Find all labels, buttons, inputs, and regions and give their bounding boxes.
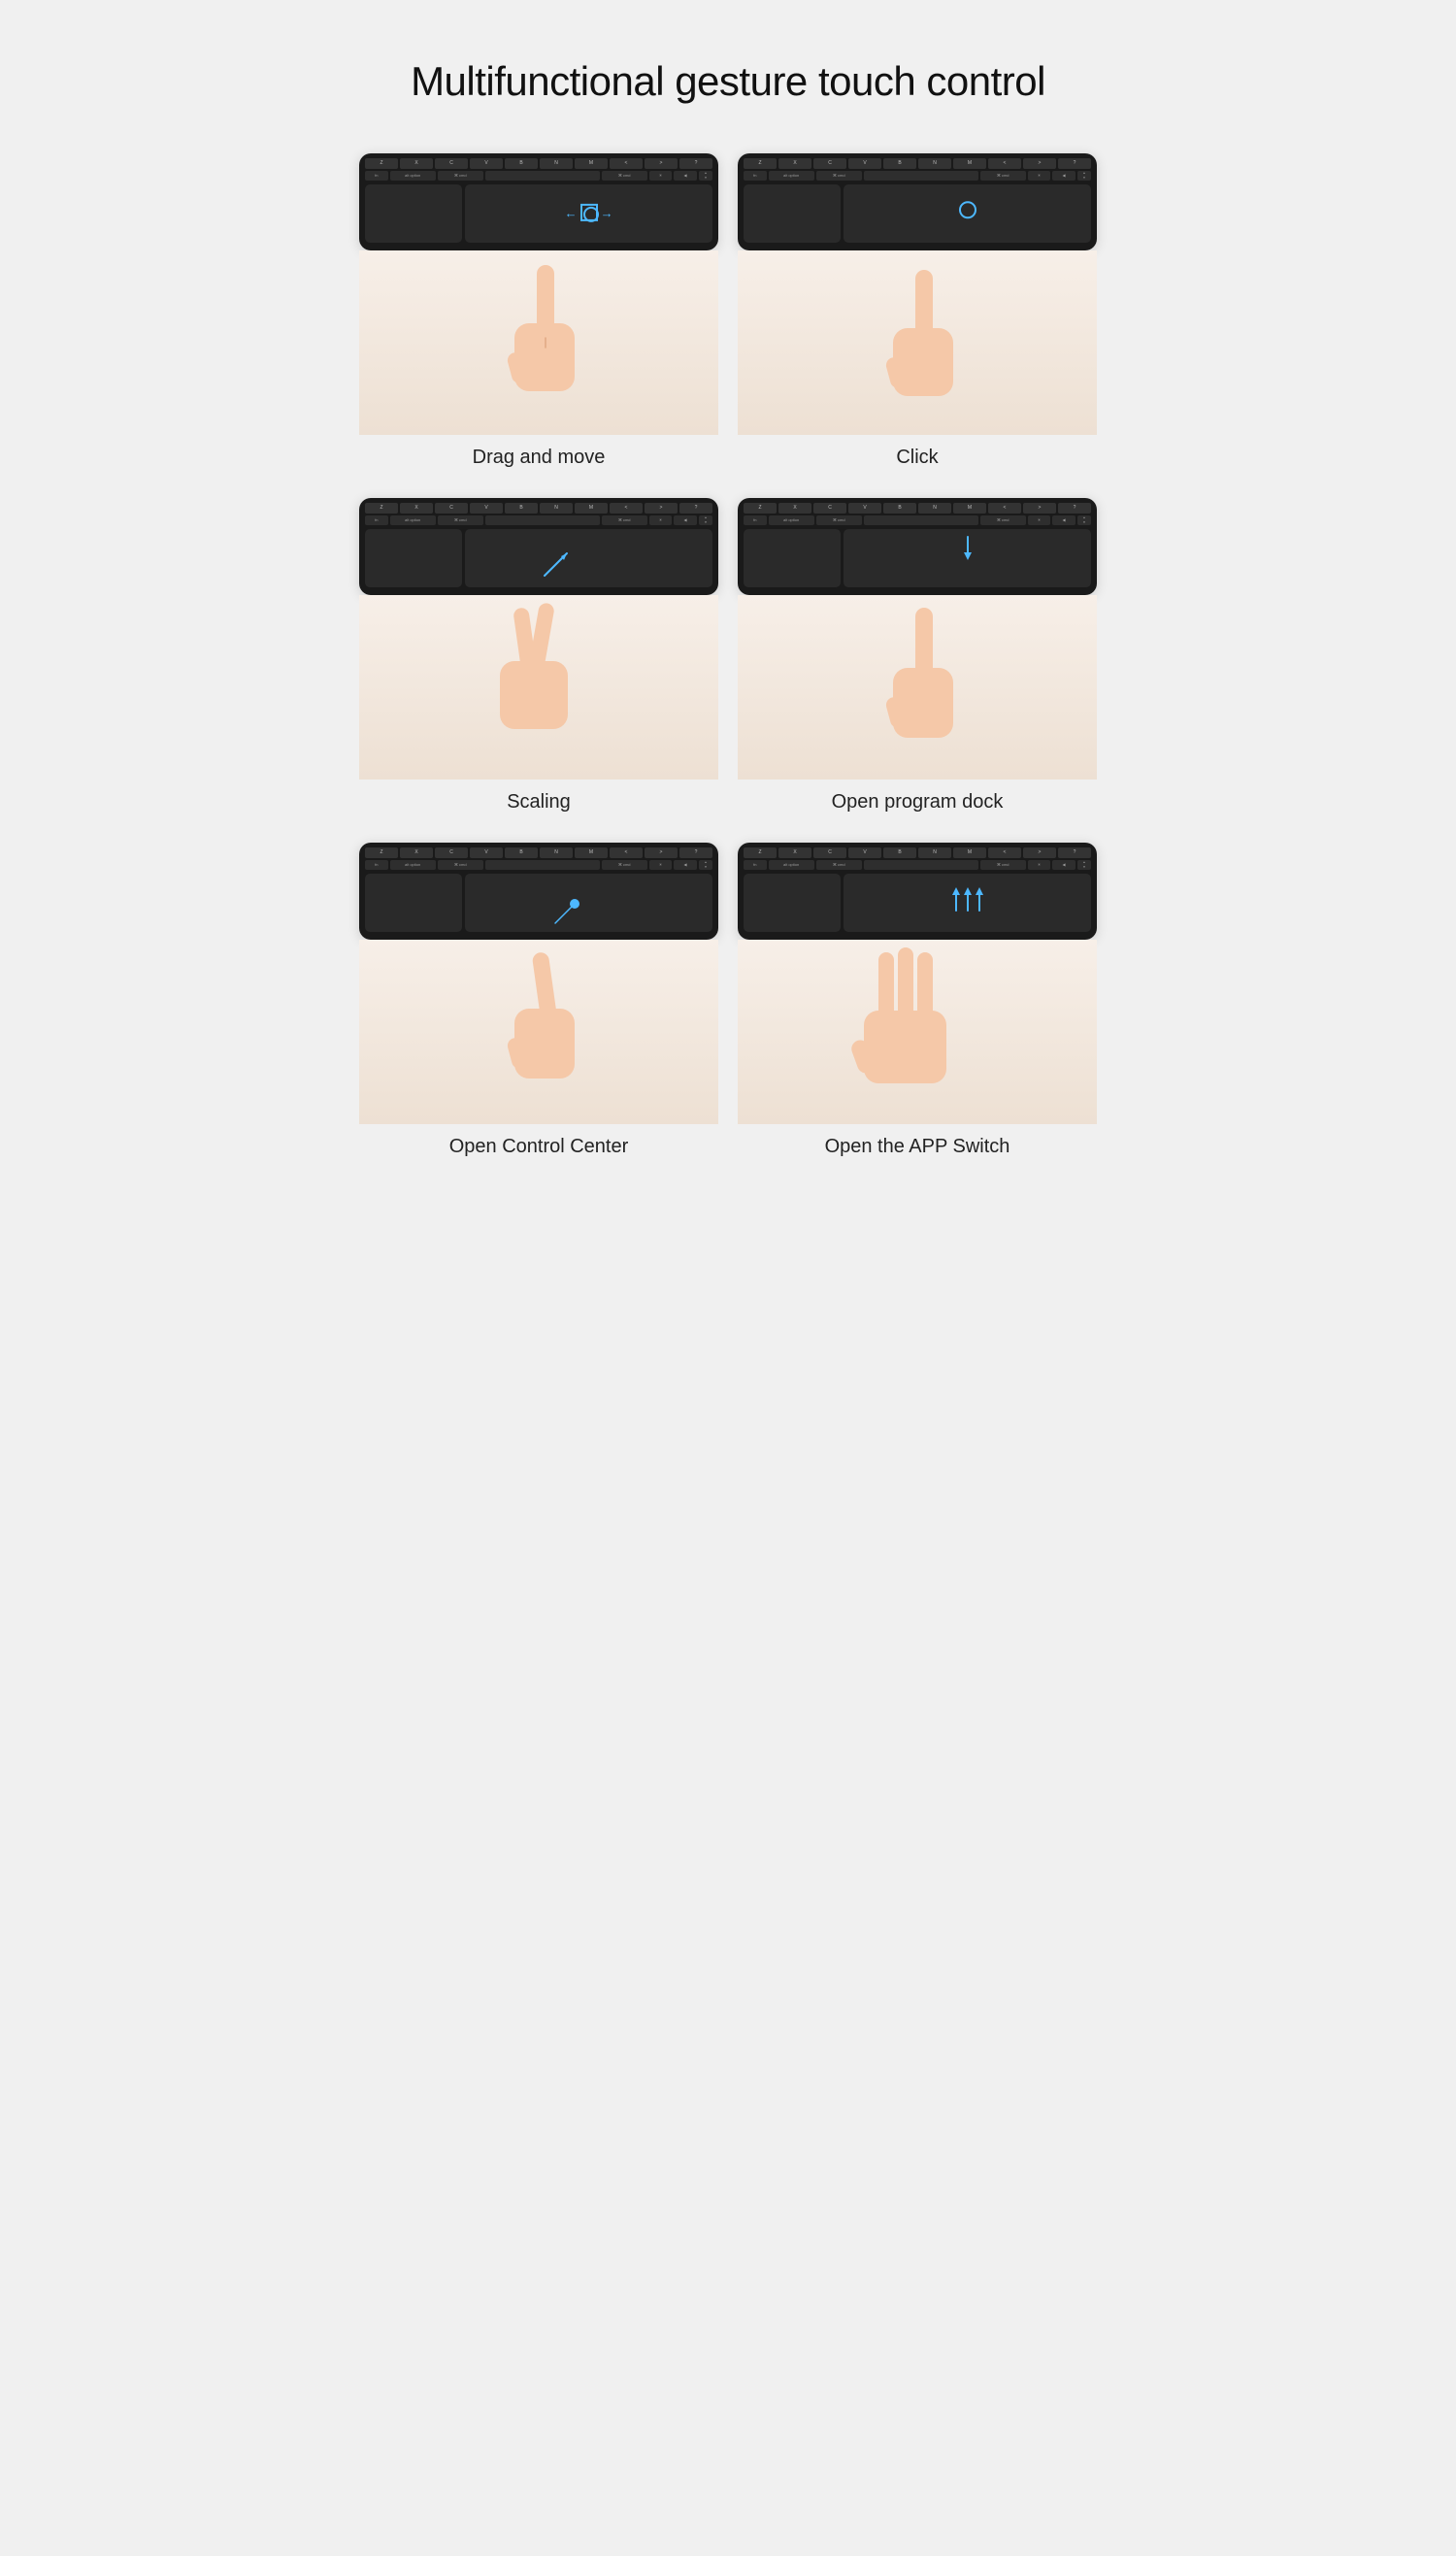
hand-click bbox=[738, 250, 1097, 435]
key-alt: alt option bbox=[390, 171, 436, 181]
label-click: Click bbox=[896, 447, 938, 469]
page-container: Multifunctional gesture touch control Z … bbox=[320, 0, 1136, 1216]
label-scaling: Scaling bbox=[507, 791, 571, 813]
key-v: V bbox=[470, 158, 503, 169]
label-appswitch: Open the APP Switch bbox=[825, 1136, 1010, 1158]
scene-scaling: Z X C V B N M < > ? fn alt option bbox=[359, 498, 718, 595]
key-left: ◀ bbox=[674, 171, 697, 181]
key-c: C bbox=[435, 158, 468, 169]
key-z: Z bbox=[365, 158, 398, 169]
trackpad-right-appswitch bbox=[844, 874, 1091, 932]
hand-dock bbox=[738, 595, 1097, 780]
trackpad-right-click bbox=[844, 184, 1091, 243]
key-b2: B bbox=[883, 158, 916, 169]
trackpad-right-ctrl bbox=[465, 874, 712, 932]
key-updown: ▲▼ bbox=[699, 171, 712, 181]
key-b: B bbox=[505, 158, 538, 169]
trackpad-left-dock bbox=[744, 529, 841, 587]
trackpad-left-scale bbox=[365, 529, 462, 587]
trackpad-left-appswitch bbox=[744, 874, 841, 932]
trackpad-right-dock bbox=[844, 529, 1091, 587]
key-cmd-r: ⌘ cmd bbox=[602, 171, 647, 181]
trackpad-right-scale bbox=[465, 529, 712, 587]
trackpad-left-click bbox=[744, 184, 841, 243]
gesture-cell-drag: Z X C V B N M < > ? fn alt option bbox=[359, 153, 718, 469]
gesture-cell-appswitch: Z X C V B N M < > ? fn alt option bbox=[738, 843, 1097, 1158]
scale-indicator bbox=[540, 547, 574, 585]
hand-appswitch bbox=[738, 940, 1097, 1124]
key-fn: fn bbox=[365, 171, 388, 181]
click-indicator bbox=[958, 200, 977, 224]
key-z2: Z bbox=[744, 158, 777, 169]
gesture-cell-scaling: Z X C V B N M < > ? fn alt option bbox=[359, 498, 718, 813]
drag-indicator: ← → bbox=[565, 202, 613, 223]
scene-click: Z X C V B N M < > ? fn alt option bbox=[738, 153, 1097, 250]
scene-dock: Z X C V B N M < > ? fn alt option bbox=[738, 498, 1097, 595]
control-indicator bbox=[551, 894, 590, 933]
hand-drag bbox=[359, 250, 718, 435]
key-n: N bbox=[540, 158, 573, 169]
key-lt: < bbox=[610, 158, 643, 169]
key-v2: V bbox=[848, 158, 881, 169]
hand-scaling bbox=[359, 595, 718, 780]
trackpad-left-ctrl bbox=[365, 874, 462, 932]
hand-appswitch-svg bbox=[835, 943, 1000, 1122]
key-cmd-l: ⌘ cmd bbox=[438, 171, 483, 181]
scene-control: Z X C V B N M < > ? fn alt option bbox=[359, 843, 718, 940]
key-qmark: ? bbox=[679, 158, 712, 169]
hand-control-svg bbox=[461, 943, 616, 1122]
hand-dock-svg bbox=[840, 598, 995, 778]
key-gt: > bbox=[645, 158, 678, 169]
appswitch-indicator bbox=[946, 885, 989, 919]
hand-scaling-svg bbox=[461, 598, 616, 778]
hand-drag-svg bbox=[461, 255, 616, 430]
label-dock: Open program dock bbox=[832, 791, 1004, 813]
scene-appswitch: Z X C V B N M < > ? fn alt option bbox=[738, 843, 1097, 940]
gesture-cell-control: Z X C V B N M < > ? fn alt option bbox=[359, 843, 718, 1158]
label-control: Open Control Center bbox=[449, 1136, 629, 1158]
arrow-left-icon: ← bbox=[565, 205, 578, 219]
hand-click-svg bbox=[840, 255, 995, 430]
gesture-cell-dock: Z X C V B N M < > ? fn alt option bbox=[738, 498, 1097, 813]
trackpad-right-drag: ← → bbox=[465, 184, 712, 243]
key-space bbox=[485, 171, 600, 181]
gesture-grid: Z X C V B N M < > ? fn alt option bbox=[359, 153, 1097, 1158]
key-m: M bbox=[575, 158, 608, 169]
arrow-right-icon: → bbox=[601, 205, 613, 219]
gesture-cell-click: Z X C V B N M < > ? fn alt option bbox=[738, 153, 1097, 469]
trackpad-left-drag bbox=[365, 184, 462, 243]
circle-icon bbox=[580, 204, 598, 221]
key-x2: X bbox=[778, 158, 811, 169]
dock-indicator bbox=[961, 535, 975, 567]
key-x: X bbox=[400, 158, 433, 169]
key-star: ✳ bbox=[649, 171, 673, 181]
key-n2: N bbox=[918, 158, 951, 169]
label-drag: Drag and move bbox=[473, 447, 606, 469]
hand-control bbox=[359, 940, 718, 1124]
scene-drag: Z X C V B N M < > ? fn alt option bbox=[359, 153, 718, 250]
key-m2: M bbox=[953, 158, 986, 169]
key-c2: C bbox=[813, 158, 846, 169]
page-title: Multifunctional gesture touch control bbox=[359, 58, 1097, 105]
